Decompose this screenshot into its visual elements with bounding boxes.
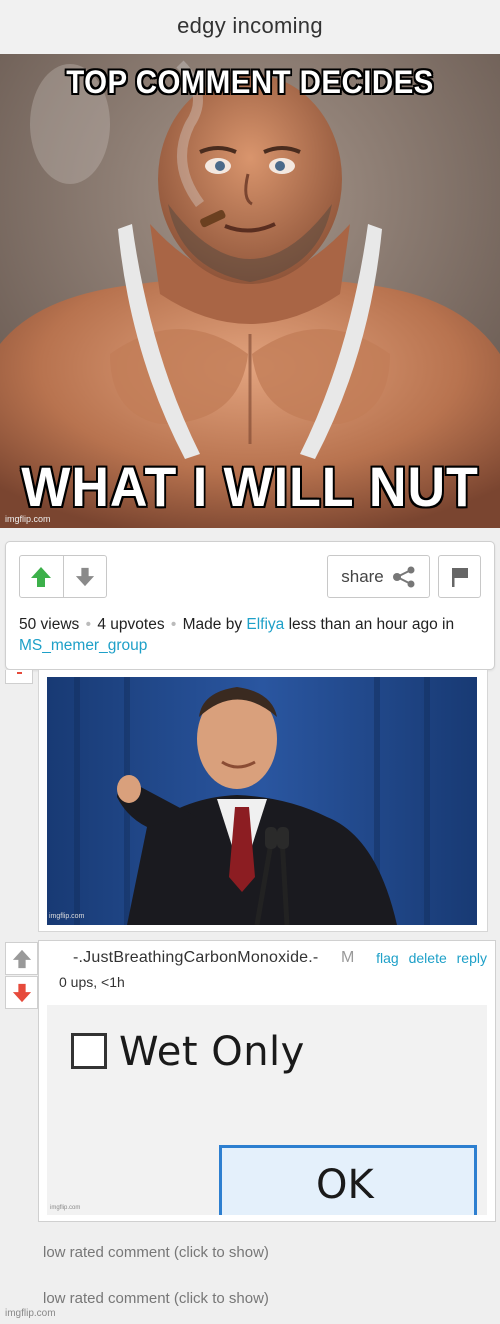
low-rated-comment-toggle[interactable]: low rated comment (click to show) xyxy=(43,1244,269,1261)
up-arrow-icon xyxy=(31,566,52,587)
low-rated-comment-toggle[interactable]: low rated comment (click to show) xyxy=(43,1290,269,1307)
group-link[interactable]: MS_memer_group xyxy=(19,637,147,654)
reply-image-art xyxy=(47,677,477,925)
moderator-badge: M xyxy=(341,949,355,966)
comment-actions: flag delete reply xyxy=(370,950,487,966)
image-ok-button: OK xyxy=(219,1145,477,1215)
comment-image: Wet Only OK imgflip.com xyxy=(47,1005,487,1215)
flag-icon xyxy=(451,567,468,587)
comment-upvote-button[interactable] xyxy=(5,942,38,975)
up-arrow-icon xyxy=(12,949,31,968)
down-arrow-icon xyxy=(12,983,31,1002)
comment-image-watermark: imgflip.com xyxy=(50,1205,81,1211)
upvote-button[interactable] xyxy=(20,556,63,597)
share-icon xyxy=(392,566,415,587)
meme-top-caption: TOP COMMENT DECIDES xyxy=(66,64,434,100)
comment-vote-column xyxy=(5,942,39,1010)
flag-link[interactable]: flag xyxy=(376,950,399,966)
share-button[interactable]: share xyxy=(327,555,430,598)
title-bar: edgy incoming xyxy=(0,0,500,54)
meme-watermark: imgflip.com xyxy=(5,514,51,524)
comment: -.JustBreathingCarbonMonoxide.- M flag d… xyxy=(38,940,496,1222)
made-by-label: Made by xyxy=(182,616,243,633)
delete-link[interactable]: delete xyxy=(409,950,447,966)
reply-link[interactable]: reply xyxy=(457,950,487,966)
reply-downvote-edge[interactable] xyxy=(5,670,33,684)
post-time: less than an hour ago in xyxy=(288,616,455,633)
checkbox-icon xyxy=(71,1033,107,1069)
views-count: 50 views xyxy=(19,616,80,633)
comment-username[interactable]: -.JustBreathingCarbonMonoxide.- xyxy=(73,949,318,967)
comment-info: 0 ups, <1h xyxy=(59,974,125,990)
share-label: share xyxy=(341,566,384,586)
reply-image-watermark: imgflip.com xyxy=(49,913,85,920)
comment-downvote-button[interactable] xyxy=(5,976,38,1009)
downvote-button[interactable] xyxy=(62,556,107,597)
down-arrow-icon xyxy=(75,567,94,586)
meme-bottom-caption: WHAT I WILL NUT TO xyxy=(21,455,479,528)
image-ok-label: OK xyxy=(316,1162,374,1208)
footer-watermark: imgflip.com xyxy=(5,1308,56,1319)
flag-button[interactable] xyxy=(438,555,481,598)
vote-group xyxy=(19,555,107,598)
meme-image: TOP COMMENT DECIDES WHAT I WILL NUT TO i… xyxy=(0,54,500,528)
image-checkbox-label: Wet Only xyxy=(119,1029,305,1075)
post-title: edgy incoming xyxy=(177,13,323,38)
upvotes-count: 4 upvotes xyxy=(97,616,165,633)
author-link[interactable]: Elfiya xyxy=(246,616,284,633)
post-meta: 50 views • 4 upvotes • Made by Elfiya le… xyxy=(19,616,455,654)
post-info-card: share 50 views • 4 upvotes • Made by Elf… xyxy=(5,541,495,670)
reply-image: imgflip.com xyxy=(47,677,477,925)
